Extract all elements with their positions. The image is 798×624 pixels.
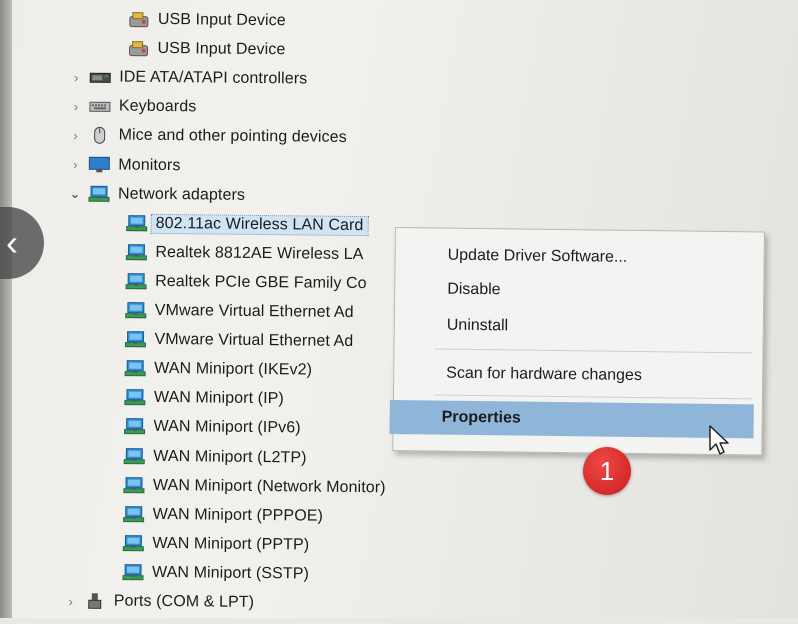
network-adapter-icon — [123, 476, 145, 494]
step-number-label: 1 — [600, 456, 614, 487]
port-icon — [84, 592, 106, 610]
monitor-bezel — [0, 0, 12, 618]
tree-item[interactable]: WAN Miniport (PPPOE) — [123, 501, 324, 529]
network-adapter-icon — [88, 185, 110, 203]
menu-item-uninstall[interactable]: Uninstall — [395, 308, 763, 346]
tree-item-label: WAN Miniport (PPTP) — [152, 535, 309, 555]
menu-item-label: Uninstall — [447, 317, 509, 336]
ide-controller-icon — [89, 68, 111, 86]
tree-item[interactable]: › Keyboards — [69, 93, 197, 120]
tree-item[interactable]: Realtek PCIe GBE Family Co — [125, 268, 367, 297]
tree-item-label: IDE ATA/ATAPI controllers — [119, 69, 307, 89]
usb-device-icon — [128, 11, 150, 29]
menu-separator — [434, 394, 752, 399]
tree-item-label: VMware Virtual Ethernet Ad — [155, 302, 354, 322]
chevron-right-icon[interactable]: › — [69, 70, 83, 84]
tree-item-label: WAN Miniport (SSTP) — [152, 564, 309, 584]
chevron-right-icon[interactable]: › — [64, 594, 78, 608]
monitor-icon — [88, 156, 110, 174]
network-adapter-icon — [125, 243, 147, 261]
tree-item-label: WAN Miniport (Network Monitor) — [153, 476, 386, 496]
tree-item-label: Ports (COM & LPT) — [114, 592, 255, 611]
tree-item-label: WAN Miniport (PPPOE) — [153, 506, 324, 526]
context-menu: Update Driver Software... Disable Uninst… — [392, 227, 765, 456]
chevron-right-icon[interactable]: › — [68, 157, 82, 171]
keyboard-icon — [89, 98, 111, 116]
mouse-cursor-icon — [706, 424, 736, 462]
tree-item-label: Realtek 8812AE Wireless LA — [155, 244, 363, 264]
tree-item-label: WAN Miniport (IP) — [154, 389, 284, 408]
tree-item-label: 802.11ac Wireless LAN Card — [152, 215, 368, 235]
tree-item-label: VMware Virtual Ethernet Ad — [154, 331, 353, 351]
chevron-right-icon[interactable]: › — [69, 99, 83, 113]
menu-item-label: Properties — [442, 409, 521, 428]
tree-item-label: USB Input Device — [158, 11, 286, 30]
network-adapter-icon — [124, 331, 146, 349]
tree-item[interactable]: USB Input Device — [128, 7, 286, 35]
tree-item[interactable]: WAN Miniport (L2TP) — [123, 443, 307, 471]
network-adapter-icon — [125, 302, 147, 320]
menu-item-properties[interactable]: Properties — [389, 400, 753, 438]
tree-item-label: Network adapters — [118, 185, 245, 204]
mouse-icon — [89, 127, 111, 145]
tree-item[interactable]: ⌄ Network adapters — [68, 181, 245, 209]
network-adapter-icon — [123, 505, 145, 523]
tree-item[interactable]: › Mice and other pointing devices — [69, 122, 347, 151]
tree-item[interactable]: VMware Virtual Ethernet Ad — [124, 327, 353, 355]
menu-item-disable[interactable]: Disable — [395, 272, 763, 310]
tree-item[interactable]: WAN Miniport (SSTP) — [122, 559, 309, 587]
network-adapter-icon — [124, 360, 146, 378]
menu-item-update-driver[interactable]: Update Driver Software... — [395, 238, 763, 276]
tree-item-label: USB Input Device — [157, 40, 285, 59]
tree-item[interactable]: › Monitors — [68, 151, 180, 178]
network-adapter-icon — [122, 534, 144, 552]
tree-item[interactable]: WAN Miniport (PPTP) — [122, 530, 309, 558]
tree-item-label: Realtek PCIe GBE Family Co — [155, 273, 367, 293]
menu-separator — [435, 348, 753, 353]
tree-item[interactable]: WAN Miniport (Network Monitor) — [123, 472, 386, 501]
usb-device-icon — [127, 40, 149, 58]
tree-item-label: WAN Miniport (L2TP) — [153, 447, 307, 467]
menu-item-scan-hardware[interactable]: Scan for hardware changes — [394, 356, 762, 394]
tree-item[interactable]: › Ports (COM & LPT) — [64, 588, 255, 616]
chevron-left-icon: ‹ — [6, 222, 18, 264]
tree-item-label: Mice and other pointing devices — [119, 127, 347, 147]
tree-item[interactable]: WAN Miniport (IP) — [124, 385, 284, 413]
tree-item-label: Monitors — [118, 156, 180, 175]
tree-item[interactable]: WAN Miniport (IPv6) — [123, 414, 300, 442]
step-number-badge: 1 — [583, 447, 631, 495]
chevron-down-icon[interactable]: ⌄ — [68, 187, 82, 201]
tree-item[interactable]: WAN Miniport (IKEv2) — [124, 356, 312, 384]
network-adapter-icon — [122, 563, 144, 581]
menu-item-label: Disable — [447, 281, 501, 300]
network-adapter-icon — [125, 272, 147, 290]
network-adapter-icon — [124, 418, 146, 436]
network-adapter-icon — [126, 214, 148, 232]
tree-item-label: WAN Miniport (IKEv2) — [154, 360, 312, 380]
network-adapter-icon — [124, 389, 146, 407]
menu-item-label: Update Driver Software... — [448, 247, 628, 267]
tree-item-label: WAN Miniport (IPv6) — [153, 418, 300, 438]
tree-item[interactable]: USB Input Device — [127, 36, 285, 64]
chevron-right-icon[interactable]: › — [69, 128, 83, 142]
menu-item-label: Scan for hardware changes — [446, 365, 642, 385]
tree-item-label: Keyboards — [119, 98, 197, 117]
tree-item[interactable]: Realtek 8812AE Wireless LA — [125, 239, 363, 267]
tree-item[interactable]: 802.11ac Wireless LAN Card — [126, 210, 368, 239]
network-adapter-icon — [123, 447, 145, 465]
tree-item[interactable]: › IDE ATA/ATAPI controllers — [69, 64, 307, 92]
tree-item[interactable]: VMware Virtual Ethernet Ad — [125, 298, 354, 326]
